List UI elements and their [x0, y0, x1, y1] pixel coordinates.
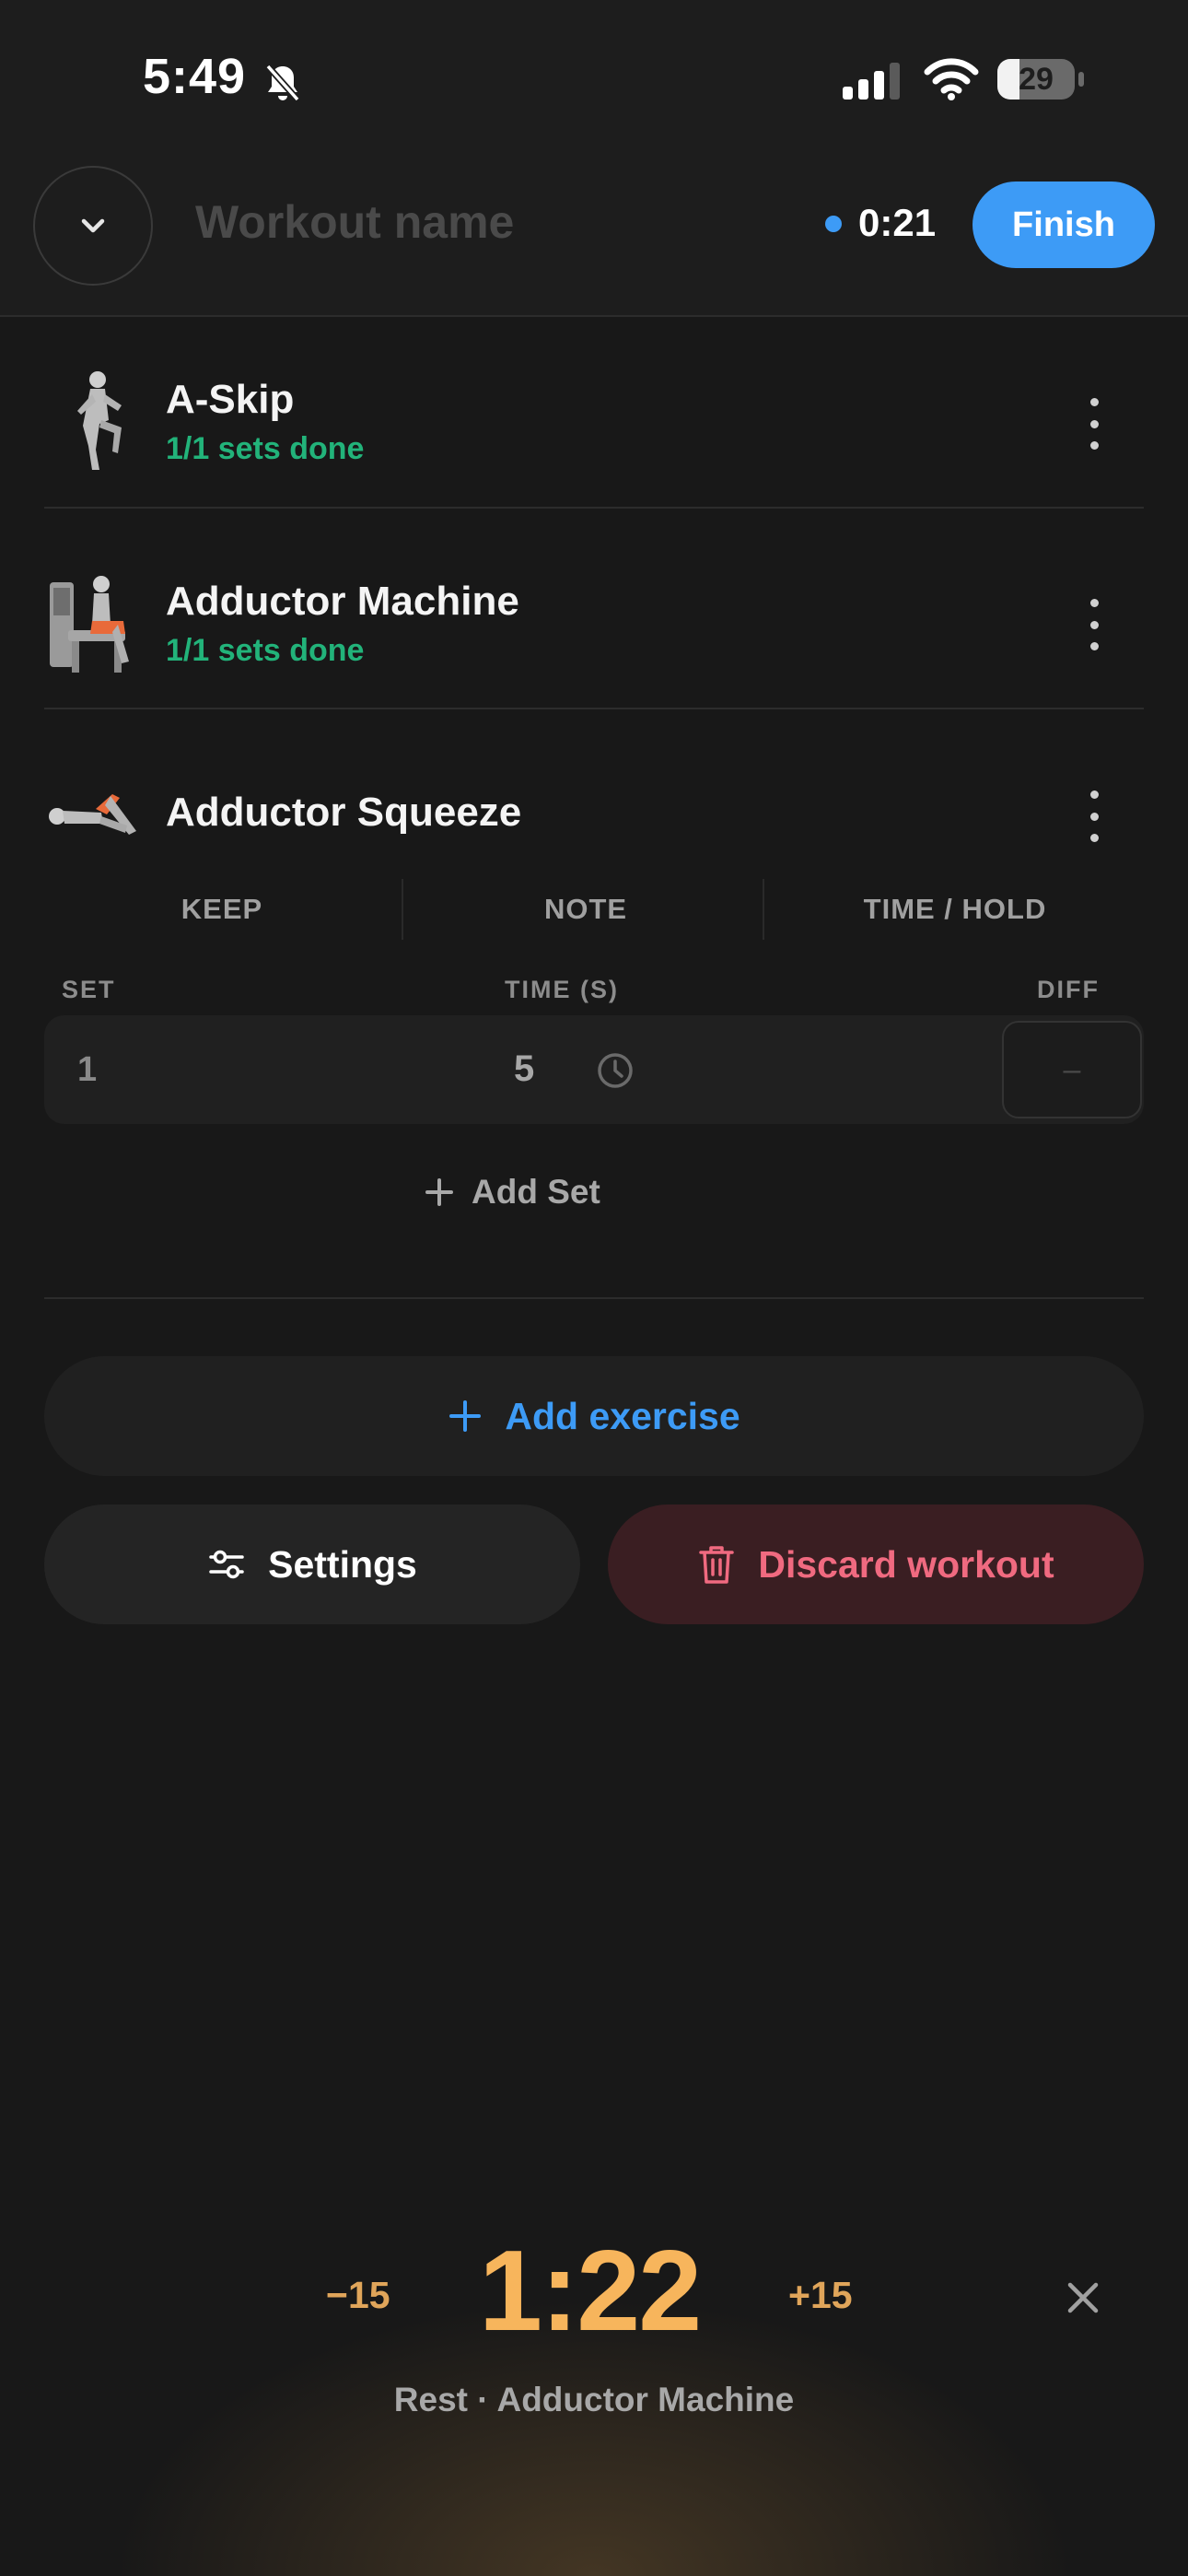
- exercise-name[interactable]: Adductor Machine: [166, 579, 519, 625]
- exercise-status: 1/1 sets done: [166, 431, 365, 466]
- chevron-down-icon: [81, 218, 105, 233]
- trash-icon: [699, 1546, 735, 1584]
- rest-timer-countdown: 1:22: [479, 2228, 702, 2355]
- add-exercise-button[interactable]: Add exercise: [44, 1356, 1144, 1476]
- battery-indicator: 29: [997, 57, 1088, 103]
- exercise-thumbnail[interactable]: [44, 367, 144, 477]
- tab-separator: [402, 879, 403, 940]
- more-options-icon[interactable]: [1085, 790, 1103, 842]
- wifi-icon: [924, 58, 979, 100]
- exercise-tabs: KEEP NOTE TIME / HOLD: [44, 873, 1144, 945]
- exercise-name[interactable]: Adductor Squeeze: [166, 790, 521, 836]
- exercise-thumbnail[interactable]: [44, 785, 144, 844]
- tab-note[interactable]: NOTE: [405, 873, 766, 945]
- discard-workout-button[interactable]: Discard workout: [608, 1505, 1144, 1624]
- rest-timer-label: Rest · Adductor Machine: [393, 2381, 795, 2418]
- set-number: 1: [77, 1050, 98, 1089]
- set-row[interactable]: [44, 1015, 1144, 1124]
- collapse-button[interactable]: [33, 166, 153, 286]
- add-exercise-label: Add exercise: [505, 1394, 740, 1437]
- cellular-signal-icon: [843, 63, 900, 100]
- plus-icon: [449, 1400, 482, 1432]
- finish-button[interactable]: Finish: [973, 181, 1155, 268]
- settings-label: Settings: [268, 1542, 417, 1586]
- close-icon[interactable]: [1061, 2276, 1105, 2320]
- recording-dot: [825, 216, 842, 232]
- rest-plus-15-button[interactable]: +15: [788, 2274, 853, 2317]
- settings-button[interactable]: Settings: [44, 1505, 580, 1624]
- divider: [44, 1297, 1144, 1299]
- timer-clock-icon[interactable]: [597, 1052, 634, 1089]
- discard-workout-label: Discard workout: [758, 1542, 1054, 1586]
- status-time: 5:49: [143, 49, 247, 104]
- more-options-icon[interactable]: [1085, 599, 1103, 650]
- plus-icon: [425, 1178, 453, 1206]
- difficulty-selector[interactable]: –: [1002, 1021, 1142, 1118]
- bell-muted-icon: [265, 64, 300, 102]
- exercise-thumbnail[interactable]: [44, 569, 144, 680]
- tab-separator: [763, 879, 764, 940]
- tab-keep[interactable]: KEEP: [44, 873, 400, 945]
- sliders-icon: [209, 1550, 244, 1579]
- set-time-value[interactable]: 5: [514, 1048, 534, 1090]
- column-header-time: TIME (S): [505, 976, 619, 1003]
- workout-name-input[interactable]: Workout name: [195, 195, 514, 249]
- add-set-label: Add Set: [472, 1173, 600, 1211]
- elapsed-time: 0:21: [858, 201, 937, 244]
- tab-time-hold[interactable]: TIME / HOLD: [766, 873, 1144, 945]
- battery-percent: 29: [1019, 62, 1054, 97]
- exercise-status: 1/1 sets done: [166, 633, 365, 668]
- divider: [44, 708, 1144, 709]
- rest-minus-15-button[interactable]: −15: [326, 2274, 390, 2317]
- more-options-icon[interactable]: [1085, 398, 1103, 450]
- column-header-diff: DIFF: [1037, 976, 1100, 1003]
- divider: [44, 507, 1144, 509]
- add-set-button[interactable]: Add Set: [424, 1168, 600, 1216]
- exercise-name[interactable]: A-Skip: [166, 377, 294, 423]
- column-header-set: SET: [62, 976, 116, 1003]
